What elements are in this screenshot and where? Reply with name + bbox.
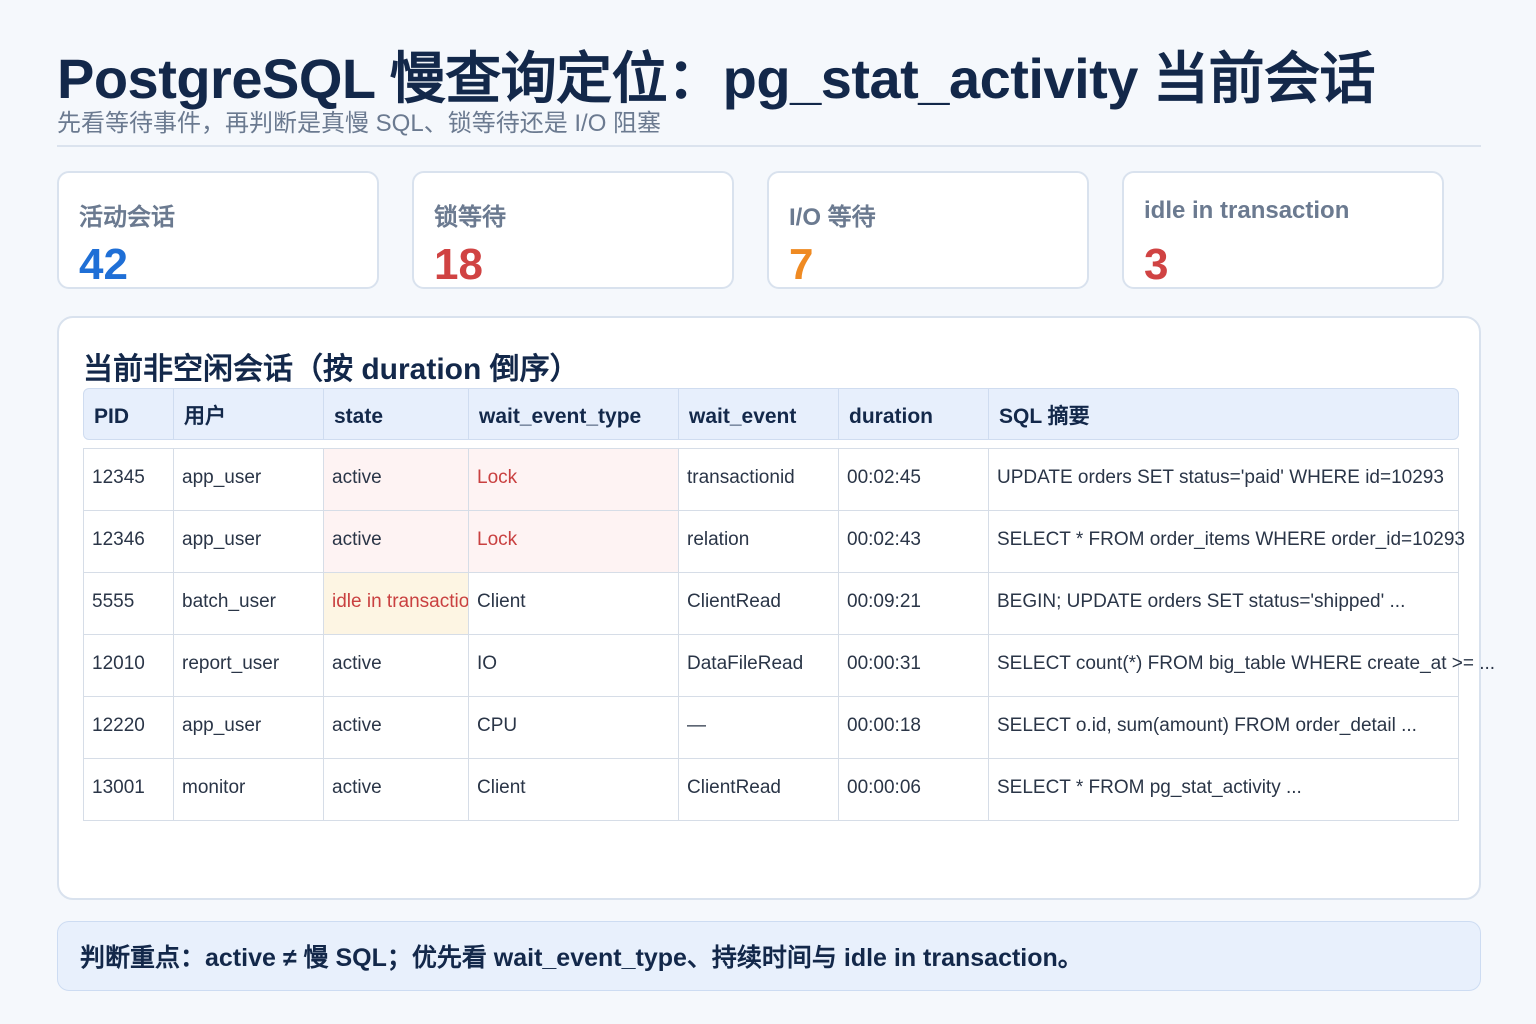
cell-state: idle in transaction	[324, 573, 469, 634]
cell-sql-summary: SELECT * FROM order_items WHERE order_id…	[997, 529, 1465, 550]
cell-wait-event-type: Lock	[469, 511, 679, 572]
cell-pid: 13001	[84, 759, 174, 820]
cell-state: active	[324, 635, 469, 696]
panel-title: 当前非空闲会话（按 duration 倒序）	[83, 353, 580, 386]
cell-wait-event: DataFileRead	[679, 635, 839, 696]
stat-card-active-sessions: 活动会话 42	[57, 171, 379, 289]
cell-wait-event: transactionid	[679, 449, 839, 510]
cell-wait-event: ClientRead	[679, 759, 839, 820]
column-header-user[interactable]: 用户	[174, 389, 324, 439]
page-header: PostgreSQL 慢查询定位：pg_stat_activity 当前会话 先…	[57, 46, 1481, 138]
cell-wait-event: ClientRead	[679, 573, 839, 634]
column-header-wait-event-type[interactable]: wait_event_type	[469, 389, 679, 439]
header-divider	[57, 145, 1481, 147]
cell-pid: 12345	[84, 449, 174, 510]
cell-sql-summary: BEGIN; UPDATE orders SET status='shipped…	[997, 591, 1406, 612]
stat-value: 7	[789, 240, 814, 289]
stat-label: 锁等待	[434, 204, 506, 231]
stat-value: 42	[79, 240, 128, 289]
cell-wait-event-type: Lock	[469, 449, 679, 510]
cell-pid: 12010	[84, 635, 174, 696]
table-row[interactable]: 12220 app_user active CPU — 00:00:18 SEL…	[84, 697, 1458, 759]
cell-user: app_user	[174, 697, 324, 758]
stat-value: 3	[1144, 240, 1169, 289]
cell-state: active	[324, 697, 469, 758]
table-header: PID 用户 state wait_event_type wait_event …	[83, 388, 1459, 440]
page-subtitle: 先看等待事件，再判断是真慢 SQL、锁等待还是 I/O 阻塞	[57, 110, 662, 137]
table-body: 12345 app_user active Lock transactionid…	[83, 448, 1496, 821]
cell-state: active	[324, 449, 469, 510]
table-row[interactable]: 5555 batch_user idle in transaction Clie…	[84, 573, 1458, 635]
cell-duration: 00:00:31	[839, 635, 989, 696]
sessions-table: PID 用户 state wait_event_type wait_event …	[83, 388, 1496, 821]
cell-pid: 12220	[84, 697, 174, 758]
cell-user: app_user	[174, 449, 324, 510]
stat-card-lock-wait: 锁等待 18	[412, 171, 734, 289]
sessions-panel: 当前非空闲会话（按 duration 倒序） PID 用户 state wait…	[57, 316, 1496, 900]
column-header-duration[interactable]: duration	[839, 389, 989, 439]
cell-pid: 5555	[84, 573, 174, 634]
page-title: PostgreSQL 慢查询定位：pg_stat_activity 当前会话	[57, 47, 1376, 110]
stat-value: 18	[434, 240, 483, 289]
stat-card-idle-in-transaction: idle in transaction 3	[1122, 171, 1444, 289]
key-point-note: 判断重点：active ≠ 慢 SQL；优先看 wait_event_type、…	[57, 921, 1481, 991]
cell-duration: 00:00:18	[839, 697, 989, 758]
stat-label: 活动会话	[79, 204, 175, 231]
cell-wait-event-type: Client	[469, 573, 679, 634]
cell-user: app_user	[174, 511, 324, 572]
cell-wait-event: —	[679, 697, 839, 758]
column-header-wait-event[interactable]: wait_event	[679, 389, 839, 439]
cell-sql-summary: SELECT * FROM pg_stat_activity ...	[997, 777, 1302, 798]
cell-duration: 00:02:45	[839, 449, 989, 510]
column-header-sql-summary[interactable]: SQL 摘要	[989, 389, 1460, 439]
cell-user: monitor	[174, 759, 324, 820]
cell-user: batch_user	[174, 573, 324, 634]
cell-wait-event-type: IO	[469, 635, 679, 696]
table-row[interactable]: 12345 app_user active Lock transactionid…	[84, 449, 1458, 511]
stats-row: 活动会话 42 锁等待 18 I/O 等待 7 idle in transact…	[57, 171, 1481, 291]
stat-card-io-wait: I/O 等待 7	[767, 171, 1089, 289]
cell-pid: 12346	[84, 511, 174, 572]
cell-sql-summary: SELECT o.id, sum(amount) FROM order_deta…	[997, 715, 1417, 736]
cell-state: active	[324, 511, 469, 572]
column-header-state[interactable]: state	[324, 389, 469, 439]
cell-duration: 00:09:21	[839, 573, 989, 634]
cell-duration: 00:00:06	[839, 759, 989, 820]
cell-sql-summary: SELECT count(*) FROM big_table WHERE cre…	[997, 653, 1496, 674]
stat-label: I/O 等待	[789, 204, 876, 231]
cell-sql-summary: UPDATE orders SET status='paid' WHERE id…	[997, 467, 1444, 488]
cell-user: report_user	[174, 635, 324, 696]
table-row[interactable]: 12346 app_user active Lock relation 00:0…	[84, 511, 1465, 573]
column-header-pid[interactable]: PID	[84, 389, 174, 439]
cell-state: active	[324, 759, 469, 820]
table-row[interactable]: 13001 monitor active Client ClientRead 0…	[84, 759, 1458, 820]
stat-label: idle in transaction	[1144, 197, 1350, 224]
cell-wait-event-type: CPU	[469, 697, 679, 758]
table-row[interactable]: 12010 report_user active IO DataFileRead…	[84, 635, 1496, 697]
cell-wait-event: relation	[679, 511, 839, 572]
note-text: 判断重点：active ≠ 慢 SQL；优先看 wait_event_type、…	[80, 944, 1083, 972]
cell-duration: 00:02:43	[839, 511, 989, 572]
cell-wait-event-type: Client	[469, 759, 679, 820]
